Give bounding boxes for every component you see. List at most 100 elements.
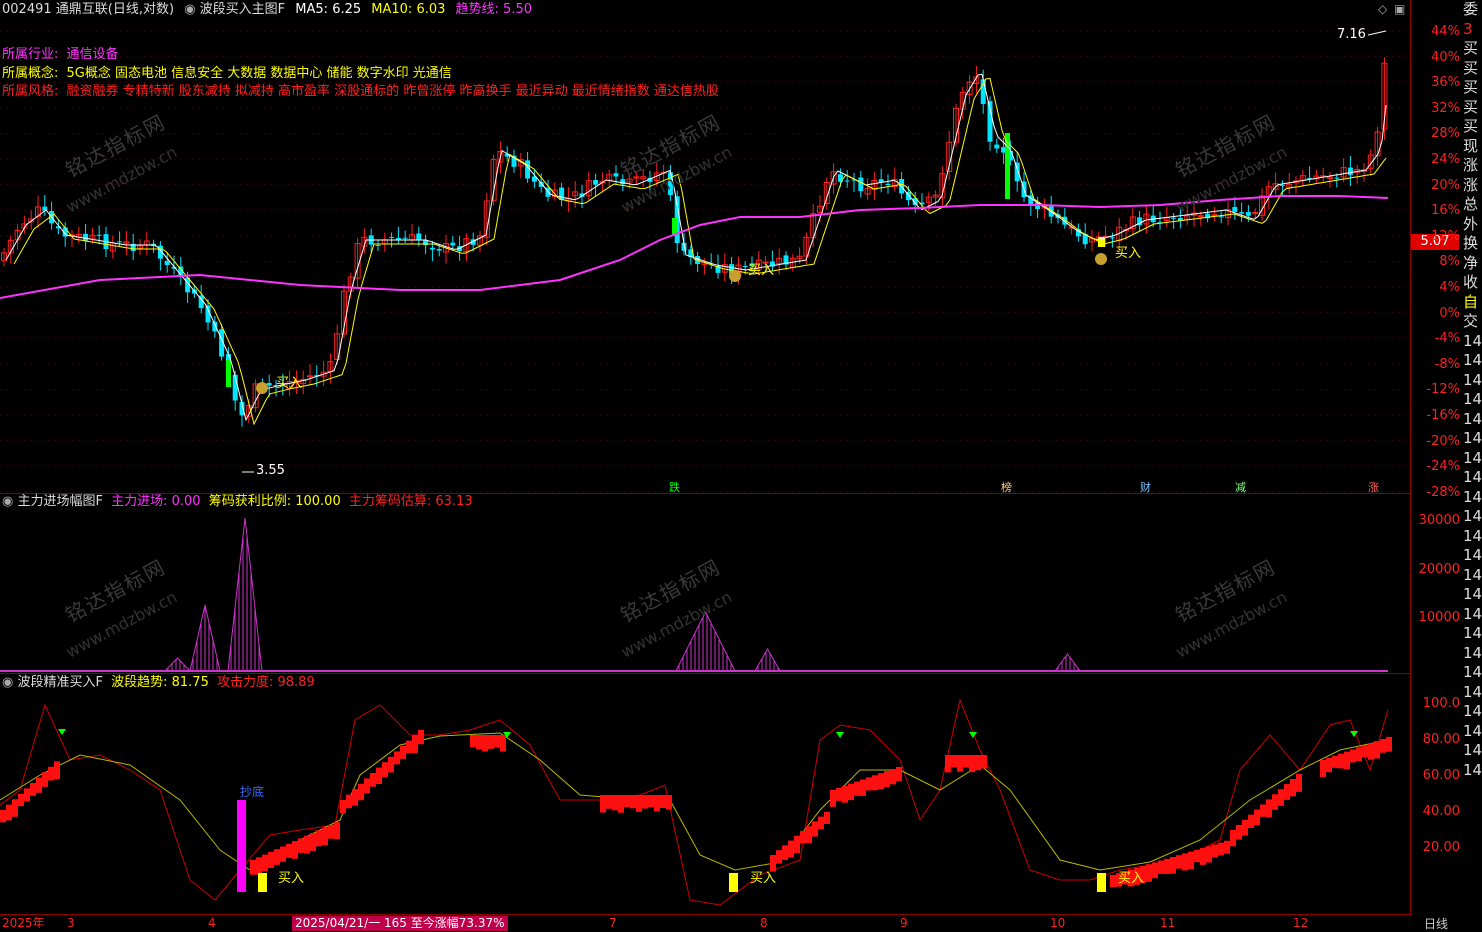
candle-body [450, 243, 455, 246]
wave-bar [612, 795, 618, 810]
wave-bar [624, 795, 630, 807]
candle-body [83, 234, 88, 241]
event-tag-drop[interactable]: 跌 [669, 479, 680, 495]
industry-value[interactable]: 通信设备 [67, 47, 119, 62]
side-panel-item[interactable]: 总 [1463, 195, 1482, 215]
y-tick-label: 20% [1431, 178, 1460, 193]
side-panel-item[interactable]: 涨 [1463, 176, 1482, 196]
event-tag-rank[interactable]: 榜 [1001, 479, 1012, 495]
wave-bar [630, 795, 636, 808]
concept-values[interactable]: 5G概念 固态电池 信息安全 大数据 数据中心 储能 数字水印 光通信 [67, 66, 452, 81]
buy-marker: 买入 [278, 867, 304, 886]
side-panel-item[interactable]: 换 [1463, 234, 1482, 254]
sell-arrow-icon [836, 732, 844, 738]
side-panel-item[interactable]: 3 [1463, 20, 1482, 40]
event-tag-finance[interactable]: 财 [1140, 479, 1151, 495]
main-title-bar: 002491 通鼎互联(日线,对数) ◉ 波段买入主图F MA5: 6.25 M… [2, 1, 532, 19]
y-tick-label: -24% [1426, 459, 1460, 474]
wave-bar [1272, 794, 1278, 809]
wave-bar [981, 755, 987, 768]
side-panel-item[interactable]: 14 [1463, 332, 1482, 352]
panel2-name[interactable]: 主力进场幅图F [17, 494, 102, 509]
wave-bar [476, 735, 482, 750]
wave-bar [975, 755, 981, 770]
side-panel-item[interactable]: 14 [1463, 371, 1482, 391]
side-panel-item[interactable]: 14 [1463, 429, 1482, 449]
candle-body [1171, 218, 1176, 219]
side-panel-item[interactable]: 14 [1463, 351, 1482, 371]
wave-bar [1224, 841, 1230, 854]
wave-bar [304, 836, 310, 854]
settings-dot-icon[interactable]: ◉ [2, 675, 13, 690]
wave-bar [54, 761, 60, 779]
y-tick-label: -20% [1426, 434, 1460, 449]
side-panel-item[interactable]: 涨 [1463, 156, 1482, 176]
side-panel-item[interactable]: 14 [1463, 722, 1482, 742]
side-panel-item[interactable]: 买 [1463, 117, 1482, 137]
side-panel-item[interactable]: 14 [1463, 605, 1482, 625]
x-month: 8 [760, 916, 768, 931]
side-panel-item[interactable]: 14 [1463, 761, 1482, 781]
indicator-name[interactable]: 波段买入主图F [200, 2, 285, 17]
side-panel-item[interactable]: 交 [1463, 312, 1482, 332]
buy-bar [258, 873, 267, 892]
side-panel-item[interactable]: 14 [1463, 546, 1482, 566]
wave-bar [24, 788, 30, 801]
candle-body [994, 145, 999, 149]
stock-title[interactable]: 002491 通鼎互联(日线,对数) [2, 2, 174, 17]
wave-bar [606, 795, 612, 809]
panel3-name[interactable]: 波段精准买入F [17, 675, 102, 690]
side-panel-item[interactable]: 14 [1463, 702, 1482, 722]
side-panel-item[interactable]: 14 [1463, 566, 1482, 586]
candle-body [416, 233, 421, 240]
side-panel-item[interactable]: 买 [1463, 59, 1482, 79]
side-panel-item[interactable]: 买 [1463, 78, 1482, 98]
side-panel-item[interactable]: 14 [1463, 390, 1482, 410]
side-panel-item[interactable]: 14 [1463, 410, 1482, 430]
y-tick-label: 60.00 [1423, 768, 1460, 783]
event-tag-rise[interactable]: 涨 [1368, 479, 1379, 495]
side-panel-item[interactable]: 14 [1463, 527, 1482, 547]
y-tick-label: 24% [1431, 152, 1460, 167]
side-panel-item[interactable]: 14 [1463, 741, 1482, 761]
diamond-icon[interactable]: ◇ [1378, 2, 1387, 16]
event-tag-reduce[interactable]: 减 [1235, 479, 1246, 495]
wave-bar [890, 769, 896, 784]
side-panel-item[interactable]: 14 [1463, 644, 1482, 664]
panel3-title-bar: ◉ 波段精准买入F 波段趋势: 81.75 攻击力度: 98.89 [2, 674, 315, 692]
style-row: 所属风格: 融资融券 专精特新 股东减持 拟减持 高市盈率 深股通标的 昨曾涨停… [2, 83, 719, 101]
side-panel-item[interactable]: 自 [1463, 293, 1482, 313]
side-panel-item[interactable]: 14 [1463, 488, 1482, 508]
side-panel-item[interactable]: 14 [1463, 468, 1482, 488]
wave-bar [418, 730, 424, 744]
candle-body [1334, 178, 1339, 179]
wave-bar [884, 771, 890, 787]
style-values[interactable]: 融资融券 专精特新 股东减持 拟减持 高市盈率 深股通标的 昨曾涨停 昨高换手 … [67, 84, 719, 99]
side-panel-item[interactable]: 委 [1463, 0, 1482, 20]
candle-body [1212, 215, 1217, 216]
settings-dot-icon[interactable]: ◉ [2, 494, 13, 509]
side-panel-item[interactable]: 买 [1463, 39, 1482, 59]
wave-bar [1386, 737, 1392, 752]
period-selector[interactable]: 日线 [1412, 915, 1460, 931]
wave-bar [1164, 859, 1170, 874]
wave-bar [788, 841, 794, 858]
side-panel-item[interactable]: 现 [1463, 137, 1482, 157]
side-panel-item[interactable]: 14 [1463, 663, 1482, 683]
side-panel-item[interactable]: 买 [1463, 98, 1482, 118]
maximize-icon[interactable]: ▣ [1394, 2, 1405, 16]
side-panel-item[interactable]: 14 [1463, 683, 1482, 703]
side-panel-item[interactable]: 14 [1463, 449, 1482, 469]
high-price-label: 7.16 [1337, 27, 1366, 42]
wave-bar [36, 778, 42, 793]
wave-bar [322, 828, 328, 846]
side-panel-item[interactable]: 14 [1463, 585, 1482, 605]
settings-dot-icon[interactable]: ◉ [184, 2, 195, 17]
side-panel-item[interactable]: 14 [1463, 624, 1482, 644]
side-panel-item[interactable]: 14 [1463, 507, 1482, 527]
side-panel-item[interactable]: 外 [1463, 215, 1482, 235]
side-panel-item[interactable]: 收 [1463, 273, 1482, 293]
x-axis[interactable]: 2025年 3 4 2025/04/21/一 165 至今涨幅73.37% 7 … [0, 916, 1410, 931]
side-panel-item[interactable]: 净 [1463, 254, 1482, 274]
wave-bar [280, 847, 286, 862]
